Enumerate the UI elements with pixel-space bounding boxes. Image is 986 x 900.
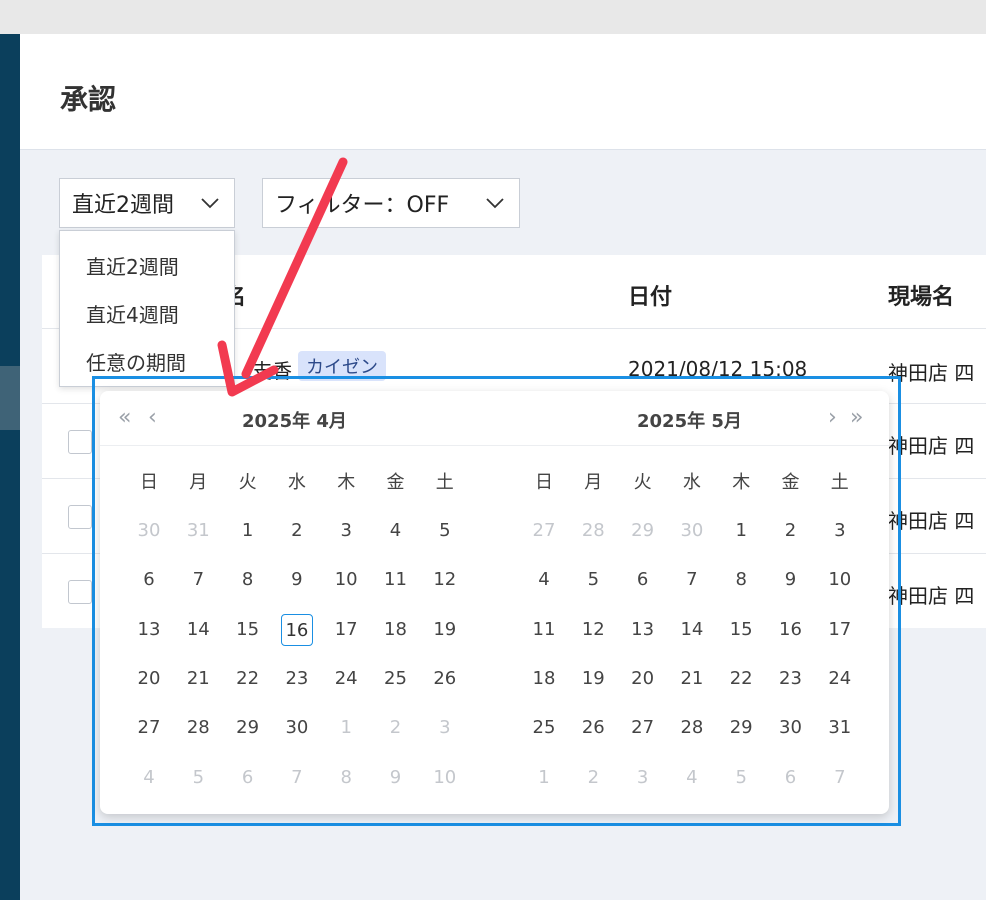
annotation-arrow [217,157,348,397]
arrow-shaft [241,157,348,379]
